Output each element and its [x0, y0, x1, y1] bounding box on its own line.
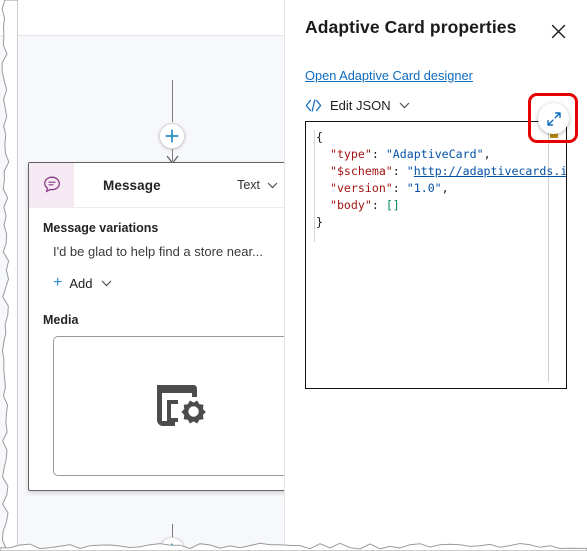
- connector-line-top: [172, 80, 173, 122]
- plus-icon: +: [53, 274, 63, 291]
- code-indent-guide: [314, 130, 315, 242]
- code-brackets-icon: [305, 99, 322, 112]
- code-token: http://adaptivecards.i: [413, 164, 567, 178]
- code-token: }: [316, 215, 323, 229]
- message-variation-item[interactable]: I'd be glad to help find a store near...: [43, 244, 275, 259]
- code-token: "type": [329, 147, 372, 161]
- adaptive-card-properties-panel: Adaptive Card properties Open Adaptive C…: [284, 0, 587, 551]
- code-token: ": [406, 164, 414, 178]
- code-token: ,: [483, 147, 491, 161]
- message-type-value: Text: [237, 178, 260, 192]
- add-variation-label: Add: [69, 275, 93, 291]
- json-code-content: { "type": "AdaptiveCard", "$schema": "ht…: [316, 129, 567, 231]
- add-node-button-bottom[interactable]: [159, 537, 185, 551]
- code-token: :: [392, 181, 407, 195]
- code-token: :: [371, 147, 386, 161]
- message-card-title: Message: [103, 177, 161, 193]
- screenshot-root: Message Text Message variations I'd be g…: [0, 0, 587, 551]
- chevron-down-icon: [399, 102, 410, 109]
- code-token: ,: [441, 181, 449, 195]
- plus-icon: [165, 129, 179, 143]
- message-icon-container: [29, 163, 74, 207]
- message-bubble-icon: [43, 176, 60, 193]
- code-token: "body": [329, 198, 372, 212]
- message-card-header: Message Text: [29, 163, 284, 208]
- canvas-toolbar: [0, 0, 284, 36]
- code-token: []: [385, 198, 400, 212]
- code-token: "1.0": [406, 181, 442, 195]
- media-dropzone[interactable]: [53, 336, 284, 476]
- chevron-down-icon: [102, 280, 112, 286]
- code-token: "$schema": [329, 164, 393, 178]
- card-settings-icon: [156, 385, 206, 426]
- json-code-editor[interactable]: { "type": "AdaptiveCard", "$schema": "ht…: [305, 121, 567, 389]
- media-label: Media: [43, 313, 79, 327]
- code-token: "version": [329, 181, 393, 195]
- code-token: "AdaptiveCard": [385, 147, 484, 161]
- message-variations-label: Message variations: [43, 221, 159, 235]
- expand-editor-button[interactable]: [538, 103, 569, 134]
- panel-title: Adaptive Card properties: [305, 17, 517, 37]
- expand-diagonal-icon: [546, 111, 561, 126]
- open-adaptive-card-designer-link[interactable]: Open Adaptive Card designer: [305, 68, 473, 83]
- message-node-card[interactable]: Message Text Message variations I'd be g…: [28, 162, 284, 491]
- code-line: "body": []: [316, 197, 566, 214]
- edit-json-label: Edit JSON: [330, 98, 391, 113]
- code-line: "version": "1.0",: [316, 180, 566, 197]
- code-line: "type": "AdaptiveCard",: [316, 146, 566, 163]
- close-icon: [551, 24, 565, 38]
- code-token: :: [371, 198, 386, 212]
- plus-icon: [165, 543, 179, 551]
- code-line: "$schema": "http://adaptivecards.i: [316, 163, 567, 180]
- add-variation-button[interactable]: + Add: [53, 275, 275, 291]
- close-panel-button[interactable]: [543, 16, 573, 46]
- code-token: :: [392, 164, 407, 178]
- chevron-down-icon: [267, 182, 278, 188]
- code-line: }: [316, 214, 566, 231]
- code-token: {: [316, 130, 323, 144]
- message-type-selector[interactable]: Text: [237, 163, 278, 207]
- code-line: {: [316, 129, 566, 146]
- add-node-button[interactable]: [159, 123, 185, 149]
- edit-json-toggle[interactable]: Edit JSON: [305, 98, 410, 113]
- authoring-canvas: Message Text Message variations I'd be g…: [0, 0, 284, 551]
- message-card-body: Message variations I'd be glad to help f…: [29, 208, 284, 490]
